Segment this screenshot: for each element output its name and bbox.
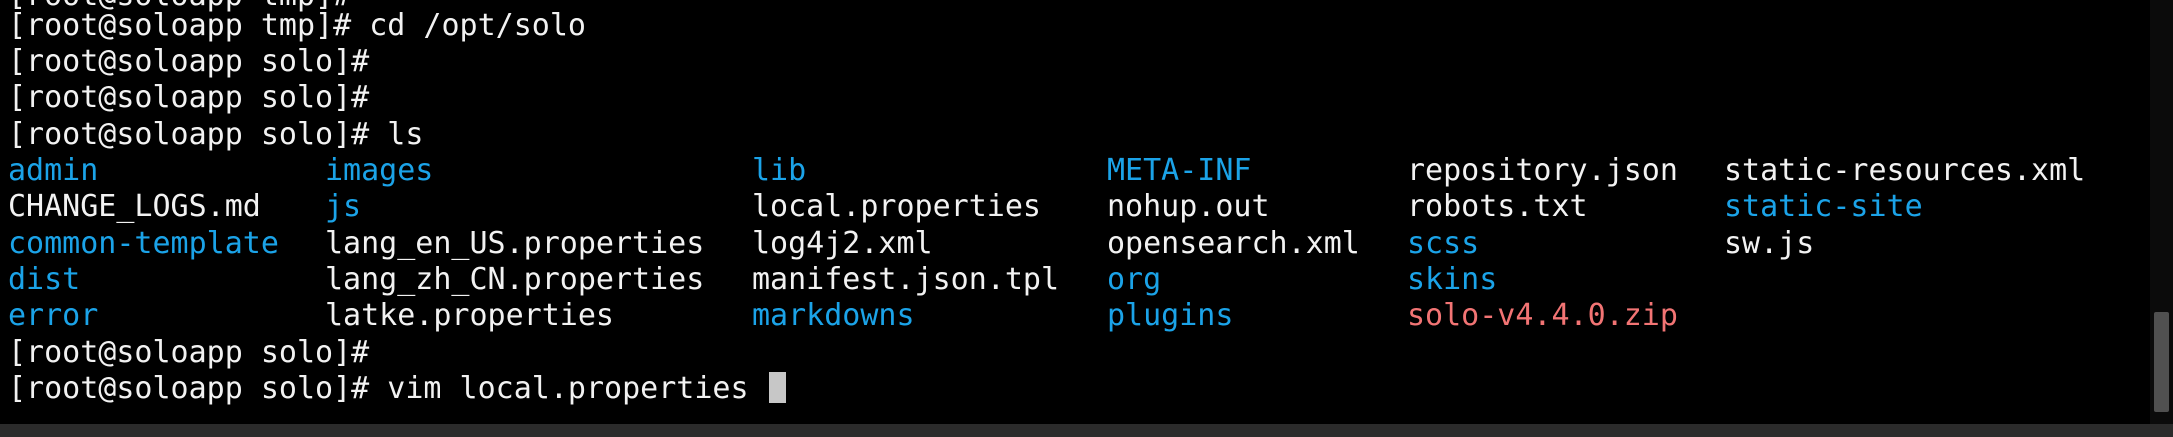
ls-entry-file: manifest.json.tpl xyxy=(752,262,1060,297)
scrollbar-thumb[interactable] xyxy=(2154,312,2169,412)
ls-entry-file: static-resources.xml xyxy=(1724,153,2086,188)
text-cursor xyxy=(768,372,786,403)
ls-entry-dir: common-template xyxy=(8,226,279,261)
ls-entry-dir: lib xyxy=(752,153,807,188)
ls-entry-file: log4j2.xml xyxy=(752,226,933,261)
ls-entry-file: nohup.out xyxy=(1107,189,1270,224)
ls-entry-dir: js xyxy=(325,189,362,224)
ls-entry-dir: META-INF xyxy=(1107,153,1252,188)
vim-command-line[interactable]: [root@soloapp solo]# vim local.propertie… xyxy=(8,371,786,407)
ls-entry-file: sw.js xyxy=(1724,226,1815,261)
ls-command-line: [root@soloapp solo]# ls xyxy=(8,117,424,152)
ls-entry-dir: admin xyxy=(8,153,99,188)
ls-entry-dir: error xyxy=(8,298,99,333)
ls-entry-file: CHANGE_LOGS.md xyxy=(8,189,261,224)
ls-entry-dir: images xyxy=(325,153,434,188)
window-bottom-edge xyxy=(0,424,2173,437)
ls-entry-dir: markdowns xyxy=(752,298,915,333)
prompt-line: [root@soloapp solo]# xyxy=(8,44,370,79)
ls-entry-dir: static-site xyxy=(1724,189,1923,224)
ls-entry-file: repository.json xyxy=(1407,153,1678,188)
ls-entry-file: robots.txt xyxy=(1407,189,1588,224)
ls-entry-zip: solo-v4.4.0.zip xyxy=(1407,298,1678,333)
ls-entry-file: lang_zh_CN.properties xyxy=(325,262,705,297)
ls-entry-dir: skins xyxy=(1407,262,1498,297)
vim-command-text: [root@soloapp solo]# vim local.propertie… xyxy=(8,371,767,406)
ls-entry-dir: scss xyxy=(1407,226,1480,261)
ls-entry-file: local.properties xyxy=(752,189,1041,224)
ls-entry-dir: dist xyxy=(8,262,81,297)
cd-command-line: [root@soloapp tmp]# cd /opt/solo xyxy=(8,8,586,43)
ls-entry-file: opensearch.xml xyxy=(1107,226,1360,261)
terminal-window[interactable]: [root@soloapp tmp]# [root@soloapp tmp]# … xyxy=(0,0,2150,424)
ls-entry-file: latke.properties xyxy=(325,298,614,333)
prompt-line: [root@soloapp solo]# xyxy=(8,80,370,115)
ls-entry-dir: plugins xyxy=(1107,298,1234,333)
vertical-scrollbar[interactable] xyxy=(2150,0,2173,424)
prompt-line: [root@soloapp solo]# xyxy=(8,335,370,370)
ls-entry-file: lang_en_US.properties xyxy=(325,226,705,261)
ls-entry-dir: org xyxy=(1107,262,1162,297)
